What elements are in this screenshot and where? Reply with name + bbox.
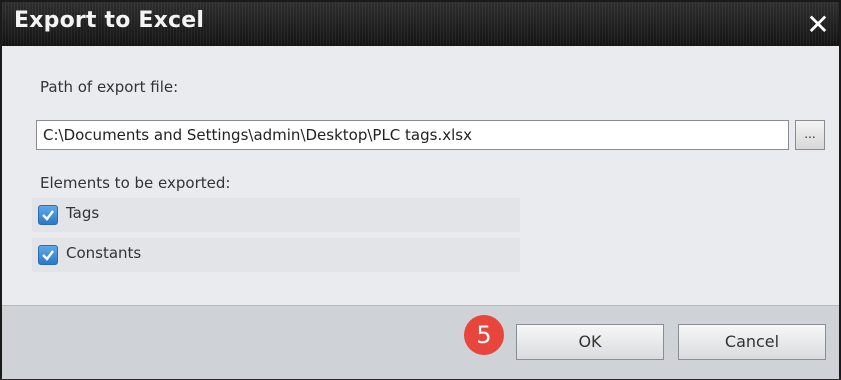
tags-checkbox[interactable] [38,205,58,225]
checkmark-icon [42,210,54,221]
path-label: Path of export file: [40,78,179,96]
option-tags[interactable]: Tags [32,198,520,232]
export-path-input[interactable]: C:\Documents and Settings\admin\Desktop\… [36,120,789,150]
browse-button[interactable]: ... [795,120,825,150]
option-constants[interactable]: Constants [32,238,520,272]
tags-label: Tags [66,204,100,222]
checkmark-icon [42,250,54,261]
export-dialog: Export to Excel ✕ Path of export file: C… [0,0,841,380]
title-bar[interactable]: Export to Excel ✕ [2,2,839,46]
dialog-title: Export to Excel [14,8,205,33]
constants-checkbox[interactable] [38,245,58,265]
ok-button[interactable]: OK [516,324,664,360]
close-icon[interactable]: ✕ [803,10,833,40]
elements-label: Elements to be exported: [40,174,231,192]
step-badge: 5 [464,315,504,355]
cancel-button[interactable]: Cancel [678,324,826,360]
constants-label: Constants [66,244,142,262]
